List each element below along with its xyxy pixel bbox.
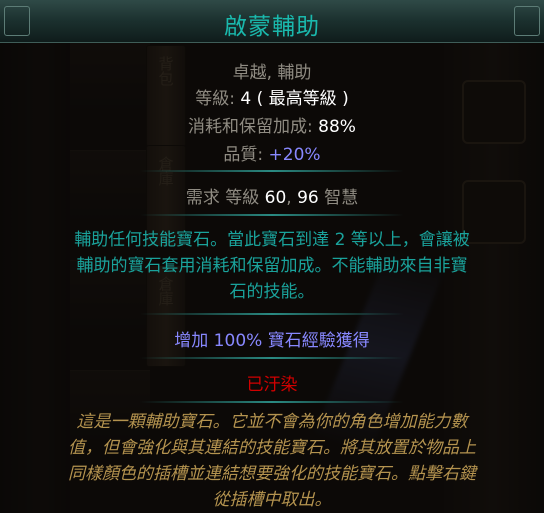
gem-description: 輔助任何技能寶石。當此寶石到達 2 等以上，會讓被 輔助的寶石套用消耗和保留加成… (12, 227, 532, 305)
req-int: 96 (297, 188, 319, 208)
quality-property: 品質: +20% (0, 140, 544, 165)
description-line: 輔助任何技能寶石。當此寶石到達 2 等以上，會讓被 (74, 230, 470, 250)
item-tooltip: 啟蒙輔助 卓越, 輔助 等級: 4 ( 最高等級 ) 消耗和保留加成: 88% … (0, 0, 544, 513)
tooltip-body: 卓越, 輔助 等級: 4 ( 最高等級 ) 消耗和保留加成: 88% 品質: +… (0, 43, 544, 513)
description-line: 石的技能。 (229, 282, 315, 302)
flavor-line: 從插槽中取出。 (212, 490, 332, 510)
req-prefix: 需求 等級 (185, 188, 265, 208)
requirements: 需求 等級 60, 96 智慧 (0, 183, 544, 208)
req-int-label: 智慧 (318, 188, 359, 208)
quality-value: +20% (268, 145, 321, 165)
separator (140, 170, 404, 172)
separator (140, 214, 404, 216)
level-property: 等級: 4 ( 最高等級 ) (0, 84, 544, 109)
cost-property: 消耗和保留加成: 88% (0, 112, 544, 137)
level-value: 4 ( 最高等級 ) (240, 89, 349, 109)
item-name: 啟蒙輔助 (224, 14, 320, 40)
cost-label: 消耗和保留加成: (188, 117, 319, 137)
req-sep: , (286, 188, 298, 208)
flavor-line: 這是一顆輔助寶石。它並不會為你的角色增加能力數 (76, 412, 468, 432)
cost-value: 88% (318, 117, 356, 137)
corrupted-label: 已汙染 (246, 375, 298, 395)
experience-bonus: 增加 100% 寶石經驗獲得 (174, 331, 370, 351)
flavor-text: 這是一顆輔助寶石。它並不會為你的角色增加能力數 值，但會強化與其連結的技能寶石。… (12, 409, 532, 513)
separator (140, 313, 404, 315)
flavor-line: 同樣顏色的插槽並連結想要強化的技能寶石。點擊右鍵 (68, 464, 476, 484)
level-label: 等級: (195, 89, 241, 109)
flavor-line: 值，但會強化與其連結的技能寶石。將其放置於物品上 (68, 438, 476, 458)
separator (140, 357, 404, 359)
tooltip-header: 啟蒙輔助 (0, 0, 544, 43)
quality-label: 品質: (223, 145, 269, 165)
description-line: 輔助的寶石套用消耗和保留加成。不能輔助來自非寶 (76, 256, 468, 276)
req-level: 60 (264, 188, 287, 208)
item-tags: 卓越, 輔助 (232, 63, 312, 83)
separator (140, 401, 404, 403)
